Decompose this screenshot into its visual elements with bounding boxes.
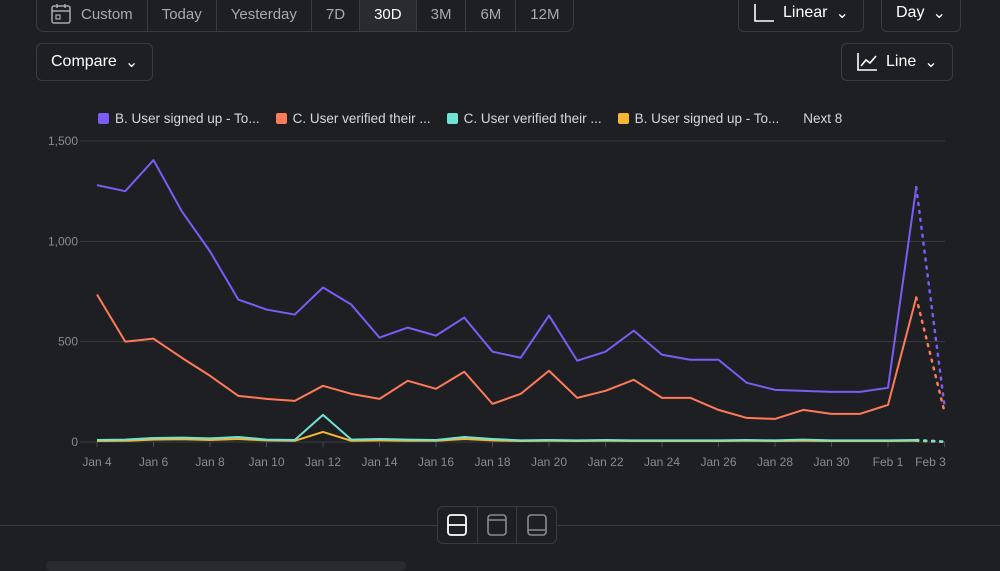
x-tick-label: Jan 30 <box>813 455 849 469</box>
line-chart: 0 500 1,000 1,500 Jan 4 Jan 6 Jan 8 Jan 10 Jan 1… <box>48 134 946 469</box>
x-tick-label: Jan 8 <box>195 455 225 469</box>
layout-top-button[interactable] <box>478 507 518 543</box>
y-tick-label: 1,000 <box>48 234 78 248</box>
x-tick-label: Jan 28 <box>757 455 793 469</box>
x-tick-label: Jan 10 <box>248 455 284 469</box>
x-tick-label: Jan 4 <box>82 455 112 469</box>
y-tick-label: 500 <box>58 335 78 349</box>
series-line-incomplete <box>915 185 946 408</box>
x-tick-label: Jan 16 <box>418 455 454 469</box>
layout-toggle <box>437 506 557 544</box>
x-tick-label: Jan 22 <box>587 455 623 469</box>
x-tick-label: Feb 1 <box>873 455 904 469</box>
series-line-incomplete <box>915 438 946 443</box>
series-line <box>96 293 918 420</box>
layout-bottom-button[interactable] <box>517 507 556 543</box>
x-tick-label: Jan 24 <box>644 455 680 469</box>
y-tick-label: 1,500 <box>48 134 78 148</box>
x-tick-label: Jan 26 <box>700 455 736 469</box>
x-tick-label: Jan 12 <box>305 455 341 469</box>
top-layout-icon <box>487 514 507 536</box>
x-tick-label: Jan 20 <box>531 455 567 469</box>
x-tick-label: Feb 3 <box>915 455 946 469</box>
y-tick-label: 0 <box>71 435 78 449</box>
series-line-incomplete <box>915 296 946 414</box>
x-tick-label: Jan 14 <box>361 455 397 469</box>
x-tick-label: Jan 18 <box>474 455 510 469</box>
series-line <box>96 159 918 393</box>
split-layout-icon <box>447 514 468 536</box>
bottom-layout-icon <box>526 514 547 536</box>
x-tick-label: Jan 6 <box>139 455 169 469</box>
series-line <box>96 413 917 442</box>
layout-split-button[interactable] <box>438 507 478 543</box>
bottom-panel <box>46 561 406 571</box>
